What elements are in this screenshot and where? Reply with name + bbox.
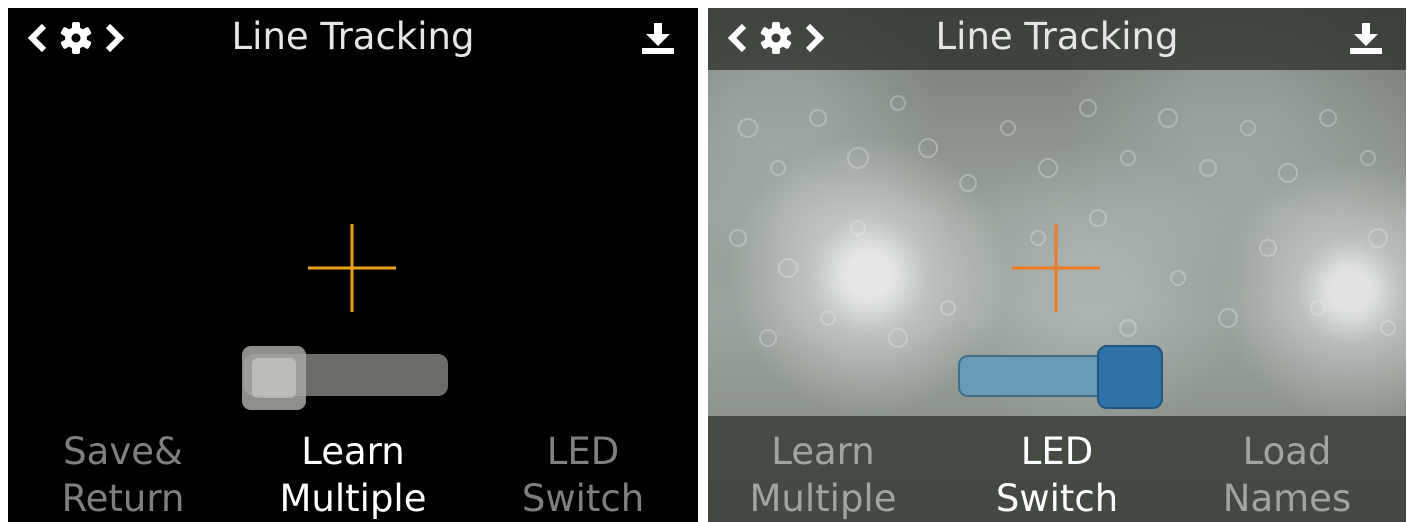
screen-title: Line Tracking bbox=[935, 15, 1179, 58]
crosshair-icon bbox=[1012, 224, 1100, 312]
save-return-button[interactable]: Save& Return bbox=[8, 428, 238, 522]
learn-multiple-button[interactable]: Learn Multiple bbox=[708, 428, 938, 522]
led-switch-label: LED Switch bbox=[521, 430, 645, 520]
top-bar: Line Tracking bbox=[8, 8, 698, 68]
load-names-button[interactable]: Load Names bbox=[1172, 428, 1402, 522]
led-switch-label: LED Switch bbox=[995, 430, 1119, 520]
led-toggle-slider[interactable] bbox=[956, 344, 1166, 412]
download-icon[interactable] bbox=[1348, 22, 1384, 56]
led-switch-button[interactable]: LED Switch bbox=[942, 428, 1172, 522]
led-switch-button[interactable]: LED Switch bbox=[468, 428, 698, 522]
save-return-label: Save& Return bbox=[61, 430, 185, 520]
learn-multiple-button[interactable]: Learn Multiple bbox=[238, 428, 468, 522]
crosshair-icon bbox=[308, 224, 396, 312]
top-bar: Line Tracking bbox=[708, 8, 1406, 68]
device-screen-right: Line Tracking Learn Multiple LED Switch … bbox=[708, 8, 1406, 522]
learn-multiple-label: Learn Multiple bbox=[279, 430, 427, 520]
led-toggle-slider[interactable] bbox=[240, 344, 452, 412]
function-bar: Save& Return Learn Multiple LED Switch bbox=[8, 416, 698, 522]
screen-title: Line Tracking bbox=[231, 15, 475, 58]
load-names-label: Load Names bbox=[1222, 430, 1352, 520]
learn-multiple-label: Learn Multiple bbox=[749, 430, 897, 520]
function-bar: Learn Multiple LED Switch Load Names bbox=[708, 416, 1406, 522]
download-icon[interactable] bbox=[640, 22, 676, 56]
device-screen-left: Line Tracking Save& Return Learn Multipl… bbox=[8, 8, 698, 522]
